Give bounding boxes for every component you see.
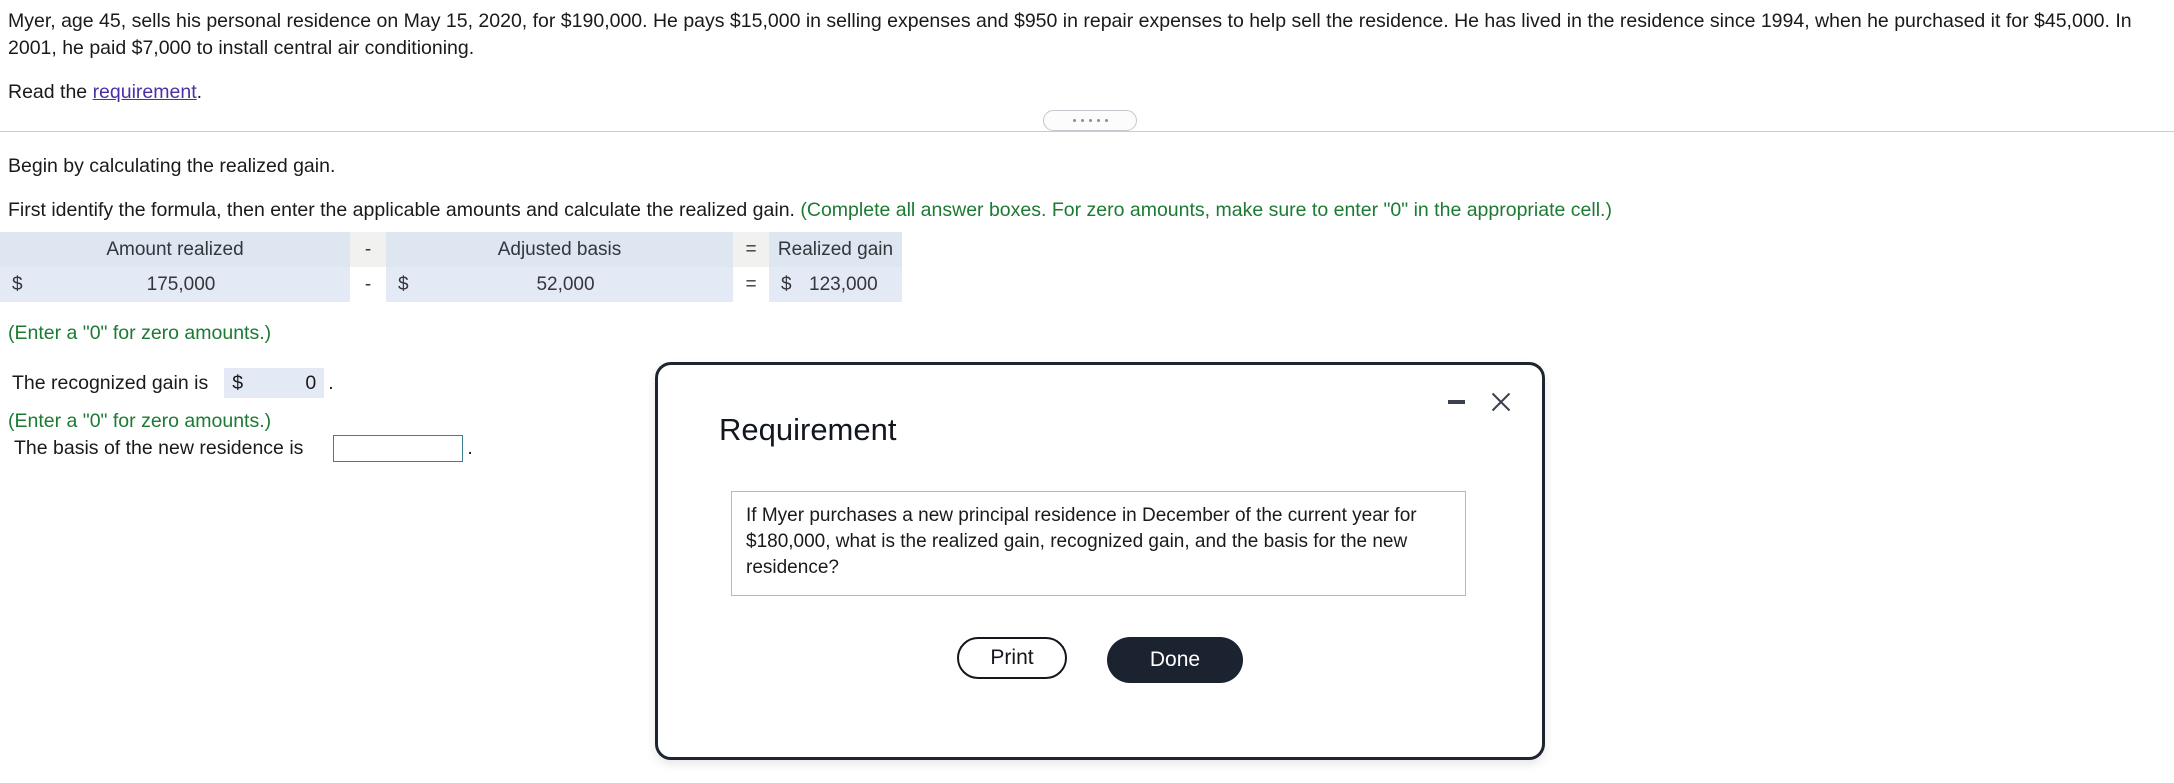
read-prefix: Read the: [8, 81, 93, 103]
header-operator-minus: -: [350, 232, 386, 267]
basis-period: .: [467, 437, 473, 459]
requirement-link[interactable]: requirement: [93, 81, 197, 103]
cell-realized-gain[interactable]: $ 123,000: [769, 267, 902, 302]
formula-instruction-note: (Complete all answer boxes. For zero amo…: [800, 199, 1612, 221]
basis-input[interactable]: [333, 435, 464, 462]
basis-row: The basis of the new residence is .: [14, 435, 473, 462]
print-button[interactable]: Print: [957, 637, 1067, 679]
splitter-line: [0, 131, 2174, 132]
currency-symbol: $: [781, 273, 792, 295]
read-suffix: .: [196, 81, 203, 103]
handle-dot-icon: [1072, 119, 1076, 122]
value-realized-gain: 123,000: [809, 273, 878, 295]
requirement-dialog: Requirement If Myer purchases a new prin…: [655, 362, 1545, 760]
minimize-icon[interactable]: [1442, 388, 1470, 416]
operator-minus: -: [350, 267, 386, 302]
cell-amount-realized[interactable]: $ 175,000: [0, 267, 350, 302]
handle-dot-icon: [1104, 119, 1108, 122]
cell-adjusted-basis[interactable]: $ 52,000: [386, 267, 733, 302]
done-button[interactable]: Done: [1107, 637, 1243, 683]
dialog-title: Requirement: [719, 412, 897, 447]
currency-symbol: $: [12, 273, 23, 295]
table-header-row: Amount realized - Adjusted basis = Reali…: [0, 232, 902, 267]
realized-gain-table: Amount realized - Adjusted basis = Reali…: [0, 232, 902, 302]
header-adjusted-basis: Adjusted basis: [386, 232, 733, 267]
table-value-row: $ 175,000 - $ 52,000 = $ 123,000: [0, 267, 902, 302]
currency-symbol: $: [398, 273, 409, 295]
read-requirement-line: Read the requirement.: [8, 79, 202, 105]
dialog-window-controls: [1442, 387, 1516, 417]
requirement-text-box: If Myer purchases a new principal reside…: [731, 491, 1466, 596]
header-operator-equals: =: [733, 232, 769, 267]
value-adjusted-basis: 52,000: [536, 273, 595, 295]
value-amount-realized: 175,000: [146, 273, 216, 295]
handle-dot-icon: [1088, 119, 1092, 122]
begin-instruction: Begin by calculating the realized gain.: [8, 155, 336, 177]
problem-statement: Myer, age 45, sells his personal residen…: [8, 10, 2132, 59]
basis-label: The basis of the new residence is: [14, 437, 304, 459]
recognized-gain-value: 0: [305, 371, 317, 394]
formula-instruction: First identify the formula, then enter t…: [8, 199, 1612, 222]
currency-symbol: $: [232, 371, 244, 394]
recognized-gain-row: The recognized gain is $ 0 .: [12, 368, 334, 398]
close-icon[interactable]: [1486, 387, 1516, 417]
handle-dot-icon: [1096, 119, 1100, 122]
recognized-gain-label: The recognized gain is: [12, 371, 209, 394]
handle-dot-icon: [1080, 119, 1084, 122]
formula-instruction-text: First identify the formula, then enter t…: [8, 199, 801, 221]
recognized-gain-field[interactable]: $ 0: [224, 368, 325, 398]
dialog-actions: Print Done: [658, 637, 1542, 683]
recognized-gain-period: .: [328, 371, 334, 394]
zero-amounts-note-2: (Enter a "0" for zero amounts.): [8, 410, 272, 432]
zero-amounts-note-1: (Enter a "0" for zero amounts.): [8, 322, 272, 344]
header-amount-realized: Amount realized: [0, 232, 350, 267]
header-realized-gain: Realized gain: [769, 232, 902, 267]
operator-equals: =: [733, 267, 769, 302]
splitter-drag-handle[interactable]: [1043, 110, 1137, 131]
